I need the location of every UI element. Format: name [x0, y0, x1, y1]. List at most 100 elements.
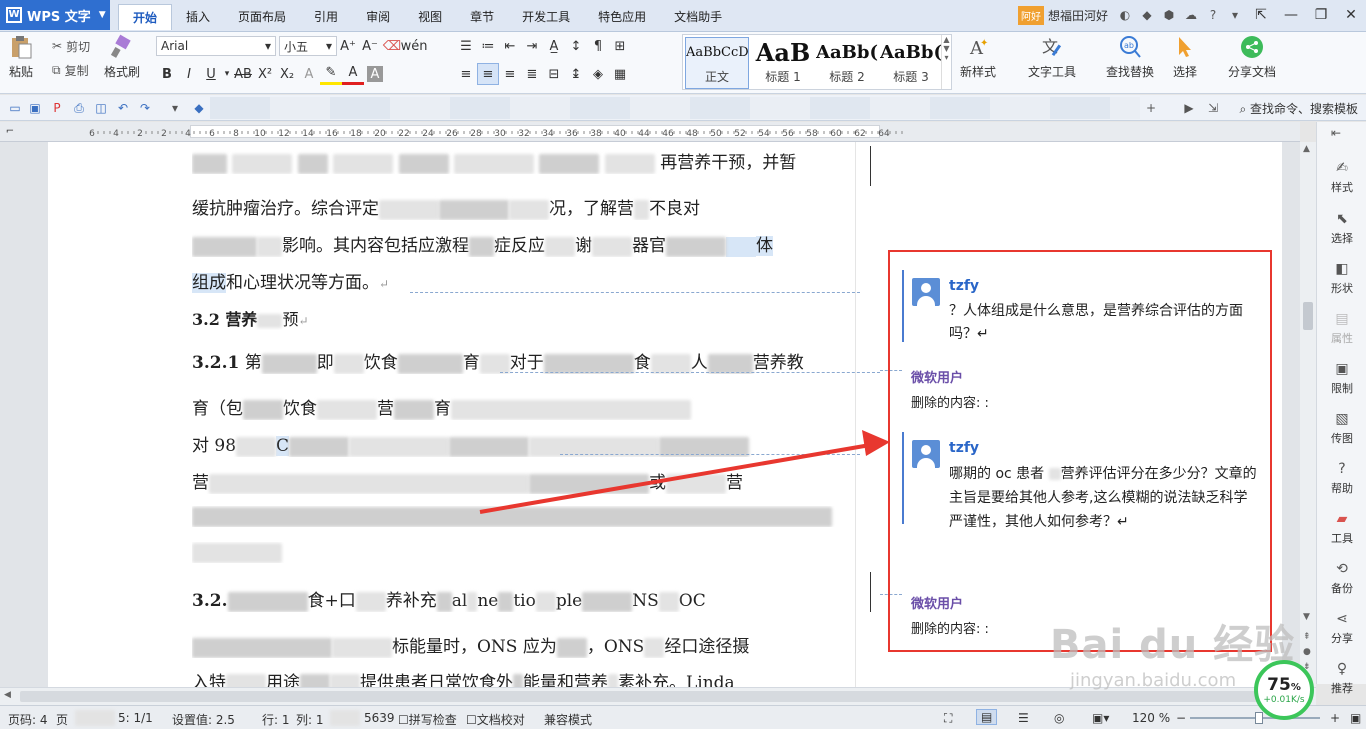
- font-name-select[interactable]: Arial ▾: [156, 36, 276, 56]
- tab-review[interactable]: 审阅: [352, 4, 404, 30]
- cut-button[interactable]: ✂ 剪切: [52, 34, 90, 58]
- select-button[interactable]: 选择: [1172, 34, 1198, 80]
- doc-proof-toggle[interactable]: ☐文档校对: [466, 711, 525, 728]
- line-spacing-icon[interactable]: ↨: [565, 63, 587, 85]
- char-shading-icon[interactable]: A: [367, 66, 383, 82]
- help-icon[interactable]: ?: [1202, 4, 1224, 26]
- horizontal-ruler[interactable]: 6 4 2 2 4 6 8 10 12 14 16 18 20 22 24 26 28 30 32 34 36 38 40 4…: [20, 122, 1300, 142]
- sidebar-item-shape[interactable]: ◧ 形状: [1317, 261, 1366, 296]
- share-doc-button[interactable]: 分享文档: [1228, 34, 1276, 80]
- save-icon[interactable]: ▣: [26, 99, 44, 117]
- underline-dropdown-icon[interactable]: ▾: [222, 63, 232, 85]
- sidebar-item-properties[interactable]: ▤ 属性: [1317, 311, 1366, 346]
- show-marks-icon[interactable]: ¶: [587, 35, 609, 57]
- grow-font-icon[interactable]: A⁺: [337, 35, 359, 57]
- zoom-out-icon[interactable]: −: [1176, 711, 1186, 725]
- tab-home[interactable]: 开始: [118, 4, 173, 30]
- sidebar-item-backup[interactable]: ⟲ 备份: [1317, 561, 1366, 596]
- table-icon[interactable]: ⊞: [609, 35, 631, 57]
- tab-special[interactable]: 特色应用: [584, 4, 660, 30]
- bold-icon[interactable]: B: [156, 63, 178, 85]
- sidebar-toggle-icon[interactable]: ⇤: [1331, 126, 1341, 140]
- print-preview-icon[interactable]: ◫: [92, 99, 110, 117]
- sidebar-item-upload-image[interactable]: ▧ 传图: [1317, 411, 1366, 446]
- restore-ribbon-icon[interactable]: ⇱: [1246, 0, 1276, 30]
- user-name[interactable]: 想福田河好: [1048, 7, 1108, 24]
- prev-page-icon[interactable]: ⇞: [1303, 632, 1311, 642]
- shrink-font-icon[interactable]: A⁻: [359, 35, 381, 57]
- text-effect-icon[interactable]: A: [298, 63, 320, 85]
- wps-cloud-icon[interactable]: ☁: [1180, 4, 1202, 26]
- sidebar-item-select[interactable]: ⬉ 选择: [1317, 211, 1366, 246]
- tab-chapter[interactable]: 章节: [456, 4, 508, 30]
- web-view-icon[interactable]: ◎: [1054, 711, 1064, 725]
- find-replace-button[interactable]: ab 查找替换: [1106, 34, 1154, 80]
- more-icon[interactable]: ▾: [1224, 4, 1246, 26]
- scroll-left-icon[interactable]: ◀: [4, 690, 11, 700]
- zoom-level[interactable]: 120 %: [1132, 711, 1170, 725]
- spell-check-toggle[interactable]: ☐拼写检查: [398, 711, 457, 728]
- close-button[interactable]: ✕: [1336, 0, 1366, 30]
- sort-icon[interactable]: ↕: [565, 35, 587, 57]
- style-heading-3[interactable]: AaBb( 标题 3: [879, 37, 943, 89]
- search-command[interactable]: ⌕ 查找命令、搜索模板: [1239, 100, 1358, 117]
- new-style-button[interactable]: A ✦ 新样式: [960, 34, 996, 80]
- copy-button[interactable]: ⧉ 复制: [52, 58, 90, 82]
- justify-icon[interactable]: ≣: [521, 63, 543, 85]
- decrease-indent-icon[interactable]: ⇤: [499, 35, 521, 57]
- select-browse-icon[interactable]: ●: [1303, 647, 1311, 657]
- outline-view-icon[interactable]: ☰: [1018, 711, 1029, 725]
- zoom-slider-knob[interactable]: [1255, 712, 1263, 724]
- sidebar-item-restrict[interactable]: ▣ 限制: [1317, 361, 1366, 396]
- vertical-scrollbar[interactable]: ▲ ▼ ⇞ ● ⇟: [1300, 142, 1316, 687]
- align-left-icon[interactable]: ≡: [455, 63, 477, 85]
- italic-icon[interactable]: I: [178, 63, 200, 85]
- align-center-icon[interactable]: ≡: [477, 63, 499, 85]
- distributed-icon[interactable]: ⊟: [543, 63, 565, 85]
- skin-icon[interactable]: ◐: [1114, 4, 1136, 26]
- increase-indent-icon[interactable]: ⇥: [521, 35, 543, 57]
- cube-icon[interactable]: ⬢: [1158, 4, 1180, 26]
- open-folder-icon[interactable]: ▭: [6, 99, 24, 117]
- maximize-button[interactable]: ❐: [1306, 0, 1336, 30]
- sidebar-item-share[interactable]: ⋖ 分享: [1317, 611, 1366, 646]
- minimize-button[interactable]: —: [1276, 0, 1306, 30]
- print-icon[interactable]: ⎙: [70, 99, 88, 117]
- video-icon[interactable]: ▶: [1180, 99, 1198, 117]
- border-icon[interactable]: ▦: [609, 63, 631, 85]
- sidebar-item-help[interactable]: ? 帮助: [1317, 461, 1366, 496]
- strikethrough-icon[interactable]: AB: [232, 63, 254, 85]
- scroll-up-icon[interactable]: ▲: [1303, 144, 1310, 154]
- zoom-in-icon[interactable]: +: [1330, 711, 1340, 725]
- paste-button[interactable]: 粘贴: [8, 34, 34, 80]
- highlight-icon[interactable]: ✎: [320, 63, 342, 85]
- page-view-icon[interactable]: ▤: [976, 709, 998, 725]
- align-right-icon[interactable]: ≡: [499, 63, 521, 85]
- tab-doc-assistant[interactable]: 文档助手: [660, 4, 736, 30]
- tab-insert[interactable]: 插入: [172, 4, 224, 30]
- underline-icon[interactable]: U: [200, 63, 222, 85]
- style-heading-2[interactable]: AaBb( 标题 2: [815, 37, 879, 89]
- tab-page-layout[interactable]: 页面布局: [224, 4, 300, 30]
- text-tools-button[interactable]: 文 文字工具: [1028, 34, 1076, 80]
- sidebar-item-tools[interactable]: ▰ 工具: [1317, 511, 1366, 546]
- redo-icon[interactable]: ↷: [136, 99, 154, 117]
- shield-icon[interactable]: ◆: [1136, 4, 1158, 26]
- style-heading-1[interactable]: AaB 标题 1: [751, 37, 815, 89]
- style-normal[interactable]: AaBbCcD 正文: [685, 37, 749, 89]
- reading-view-icon[interactable]: ▣▾: [1092, 711, 1109, 725]
- wps-menu-button[interactable]: W WPS 文字 ▼: [0, 0, 110, 30]
- sidebar-item-recommend[interactable]: ♀ 推荐: [1317, 661, 1366, 696]
- font-color-icon[interactable]: A: [342, 63, 364, 85]
- scroll-thumb[interactable]: [20, 691, 1270, 702]
- export-pdf-icon[interactable]: P: [48, 99, 66, 117]
- format-painter-button[interactable]: 格式刷: [104, 34, 140, 80]
- network-speed-widget[interactable]: 75% +0.01K/s: [1254, 660, 1314, 720]
- phonetic-guide-icon[interactable]: wén: [401, 35, 428, 57]
- scroll-thumb[interactable]: [1303, 302, 1313, 330]
- tab-references[interactable]: 引用: [300, 4, 352, 30]
- full-screen-icon[interactable]: ⛶: [944, 711, 952, 726]
- subscript-icon[interactable]: X₂: [276, 63, 298, 85]
- customize-dropdown-icon[interactable]: ▾: [166, 99, 184, 117]
- status-menu-icon[interactable]: ▣: [1350, 711, 1361, 725]
